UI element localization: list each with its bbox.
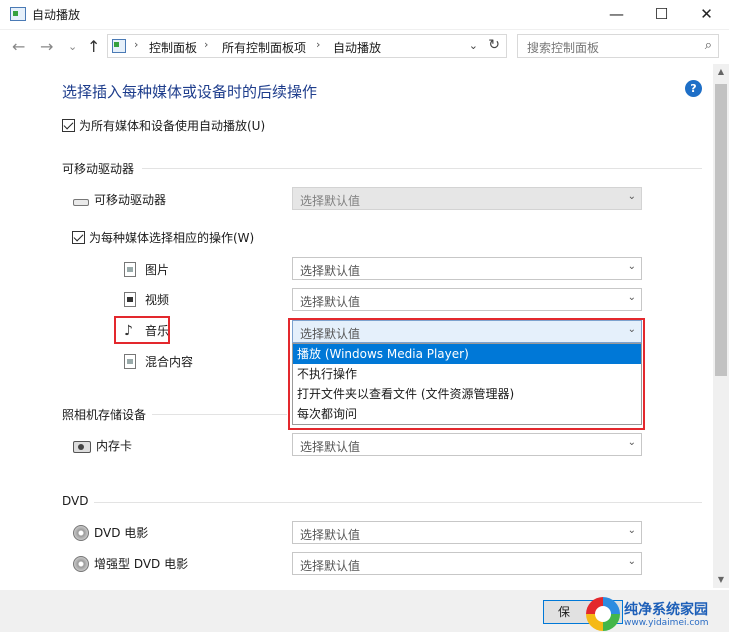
help-icon[interactable]: ? bbox=[685, 80, 702, 97]
checkbox-checked-icon bbox=[62, 119, 75, 132]
section-heading-removable: 可移动驱动器 bbox=[62, 162, 135, 176]
music-note-icon: ♪ bbox=[124, 322, 133, 339]
breadcrumb-all-items[interactable]: 所有控制面板项 bbox=[222, 39, 306, 56]
removable-drive-text: 可移动驱动器 bbox=[94, 193, 167, 207]
dvd-disc-icon bbox=[73, 524, 89, 541]
section-divider bbox=[142, 168, 702, 169]
use-autoplay-label: 为所有媒体和设备使用自动播放(U) bbox=[79, 119, 266, 133]
select-value: 选择默认值 bbox=[300, 559, 361, 573]
dropdown-option-open-folder[interactable]: 打开文件夹以查看文件 (文件资源管理器) bbox=[293, 384, 641, 404]
back-arrow-icon[interactable]: ← bbox=[12, 37, 25, 56]
chevron-down-icon: ⌄ bbox=[627, 525, 636, 536]
music-dropdown-list: 播放 (Windows Media Player) 不执行操作 打开文件夹以查看… bbox=[292, 343, 642, 425]
music-select[interactable]: 选择默认值 ⌄ bbox=[292, 320, 642, 343]
dvd-movie-label: DVD 电影 bbox=[73, 524, 148, 541]
section-heading-camera: 照相机存储设备 bbox=[62, 408, 147, 422]
chevron-down-icon: ⌄ bbox=[627, 292, 636, 303]
enhanced-dvd-label: 增强型 DVD 电影 bbox=[73, 555, 188, 572]
select-value: 选择默认值 bbox=[300, 264, 361, 278]
checkbox-checked-icon bbox=[72, 231, 85, 244]
watermark-logo-icon bbox=[586, 597, 620, 631]
music-text: 音乐 bbox=[145, 324, 170, 338]
dropdown-option-no-action[interactable]: 不执行操作 bbox=[293, 364, 641, 384]
maximize-button[interactable]: ☐ bbox=[639, 0, 684, 30]
address-row: ← → ⌄ ↑ › 控制面板 › 所有控制面板项 › 自动播放 ⌄ ↻ 搜索控制… bbox=[0, 30, 729, 64]
breadcrumb-separator: › bbox=[204, 38, 209, 51]
dvd-disc-icon bbox=[73, 555, 89, 572]
per-media-checkbox[interactable]: 为每种媒体选择相应的操作(W) bbox=[72, 229, 254, 246]
removable-drive-select[interactable]: 选择默认值 ⌄ bbox=[292, 187, 642, 210]
address-bar[interactable]: › 控制面板 › 所有控制面板项 › 自动播放 ⌄ ↻ bbox=[107, 34, 507, 58]
up-arrow-icon[interactable]: ↑ bbox=[87, 37, 100, 56]
chevron-down-icon: ⌄ bbox=[627, 556, 636, 567]
address-dropdown-icon[interactable]: ⌄ bbox=[469, 39, 478, 52]
chevron-down-icon: ⌄ bbox=[627, 261, 636, 272]
window-title: 自动播放 bbox=[32, 8, 81, 22]
memory-card-select[interactable]: 选择默认值 ⌄ bbox=[292, 433, 642, 456]
recent-locations-icon[interactable]: ⌄ bbox=[68, 40, 77, 53]
scrollbar-thumb[interactable] bbox=[715, 84, 727, 376]
mixed-content-icon bbox=[124, 354, 136, 369]
pictures-text: 图片 bbox=[145, 263, 170, 277]
section-divider bbox=[94, 502, 702, 503]
video-label: 视频 bbox=[124, 291, 169, 308]
per-media-label: 为每种媒体选择相应的操作(W) bbox=[89, 231, 255, 245]
video-text: 视频 bbox=[145, 293, 170, 307]
breadcrumb-control-panel[interactable]: 控制面板 bbox=[149, 39, 197, 56]
title-bar: 自动播放 — ☐ ✕ bbox=[0, 0, 729, 30]
dvd-movie-select[interactable]: 选择默认值 ⌄ bbox=[292, 521, 642, 544]
watermark-title: 纯净系统家园 bbox=[624, 602, 708, 618]
dropdown-option-ask-every-time[interactable]: 每次都询问 bbox=[293, 404, 641, 424]
breadcrumb-autoplay[interactable]: 自动播放 bbox=[333, 39, 381, 56]
use-autoplay-checkbox[interactable]: 为所有媒体和设备使用自动播放(U) bbox=[62, 117, 265, 134]
enhanced-dvd-select[interactable]: 选择默认值 ⌄ bbox=[292, 552, 642, 575]
search-icon[interactable]: ⌕ bbox=[705, 38, 712, 53]
page-title: 选择插入每种媒体或设备时的后续操作 bbox=[62, 83, 318, 101]
control-panel-icon bbox=[112, 39, 126, 53]
memory-card-label: 内存卡 bbox=[73, 437, 132, 454]
minimize-button[interactable]: — bbox=[594, 0, 639, 30]
music-label: ♪ 音乐 bbox=[124, 322, 169, 339]
removable-drive-label: 可移动驱动器 bbox=[73, 191, 166, 208]
section-divider bbox=[152, 414, 287, 415]
select-value: 选择默认值 bbox=[300, 194, 361, 208]
dropdown-option-play[interactable]: 播放 (Windows Media Player) bbox=[293, 344, 641, 364]
control-panel-icon bbox=[10, 7, 26, 21]
select-value: 选择默认值 bbox=[300, 295, 361, 309]
pictures-select[interactable]: 选择默认值 ⌄ bbox=[292, 257, 642, 280]
watermark: 纯净系统家园 www.yidaimei.com bbox=[586, 597, 726, 631]
watermark-url: www.yidaimei.com bbox=[624, 618, 709, 628]
close-button[interactable]: ✕ bbox=[684, 0, 729, 30]
mixed-content-label: 混合内容 bbox=[124, 353, 193, 370]
pictures-label: 图片 bbox=[124, 261, 169, 278]
dvd-movie-text: DVD 电影 bbox=[94, 526, 149, 540]
search-input[interactable]: 搜索控制面板 ⌕ bbox=[517, 34, 719, 58]
video-select[interactable]: 选择默认值 ⌄ bbox=[292, 288, 642, 311]
chevron-down-icon: ⌄ bbox=[627, 191, 636, 202]
breadcrumb-separator: › bbox=[134, 38, 139, 51]
mixed-content-text: 混合内容 bbox=[145, 355, 194, 369]
select-value: 选择默认值 bbox=[300, 440, 361, 454]
drive-icon bbox=[73, 198, 89, 206]
picture-file-icon bbox=[124, 262, 136, 277]
select-value: 选择默认值 bbox=[300, 528, 361, 542]
video-file-icon bbox=[124, 292, 136, 307]
forward-arrow-icon[interactable]: → bbox=[40, 37, 53, 56]
memory-card-icon bbox=[73, 440, 91, 453]
enhanced-dvd-text: 增强型 DVD 电影 bbox=[94, 557, 189, 571]
select-value: 选择默认值 bbox=[300, 327, 361, 341]
vertical-scrollbar[interactable]: ▲ ▼ bbox=[713, 64, 729, 588]
breadcrumb-separator: › bbox=[316, 38, 321, 51]
search-placeholder: 搜索控制面板 bbox=[527, 41, 600, 55]
section-heading-dvd: DVD bbox=[62, 494, 89, 508]
refresh-icon[interactable]: ↻ bbox=[488, 37, 500, 53]
scroll-down-icon[interactable]: ▼ bbox=[713, 572, 729, 588]
scroll-up-icon[interactable]: ▲ bbox=[713, 64, 729, 80]
memory-card-text: 内存卡 bbox=[96, 439, 133, 453]
chevron-down-icon: ⌄ bbox=[627, 437, 636, 448]
chevron-down-icon: ⌄ bbox=[627, 324, 636, 335]
